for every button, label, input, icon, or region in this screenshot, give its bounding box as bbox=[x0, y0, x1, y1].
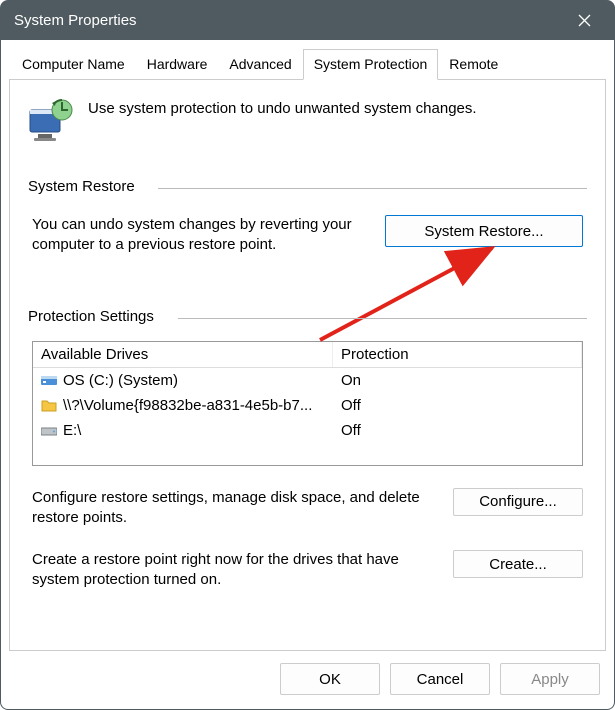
restore-description: You can undo system changes by reverting… bbox=[32, 215, 369, 256]
tab-remote[interactable]: Remote bbox=[438, 49, 509, 80]
os-drive-icon bbox=[41, 372, 57, 388]
group-label-protection: Protection Settings bbox=[28, 308, 154, 325]
drive-protection: Off bbox=[333, 418, 582, 443]
create-text: Create a restore point right now for the… bbox=[32, 550, 439, 591]
create-row: Create a restore point right now for the… bbox=[28, 550, 587, 591]
table-row[interactable]: OS (C:) (System) On bbox=[33, 368, 582, 393]
dialog-button-bar: OK Cancel Apply bbox=[9, 651, 606, 701]
tab-content: Use system protection to undo unwanted s… bbox=[9, 80, 606, 651]
apply-button[interactable]: Apply bbox=[500, 663, 600, 695]
divider bbox=[178, 318, 587, 319]
group-protection-settings: Protection Settings bbox=[28, 308, 587, 325]
cancel-button[interactable]: Cancel bbox=[390, 663, 490, 695]
tab-system-protection[interactable]: System Protection bbox=[303, 49, 439, 80]
drives-table: Available Drives Protection OS (C:) (Sys… bbox=[32, 341, 583, 466]
table-row[interactable]: \\?\Volume{f98832be-a831-4e5b-b7... Off bbox=[33, 393, 582, 418]
intro-row: Use system protection to undo unwanted s… bbox=[28, 98, 587, 142]
column-drives[interactable]: Available Drives bbox=[33, 342, 333, 367]
close-button[interactable] bbox=[561, 0, 607, 40]
tab-advanced[interactable]: Advanced bbox=[218, 49, 302, 80]
divider bbox=[158, 188, 587, 189]
folder-icon bbox=[41, 397, 57, 413]
drive-name: OS (C:) (System) bbox=[63, 372, 178, 389]
group-system-restore: System Restore bbox=[28, 178, 587, 195]
drive-name: \\?\Volume{f98832be-a831-4e5b-b7... bbox=[63, 397, 312, 414]
drive-protection: On bbox=[333, 368, 582, 393]
window-title: System Properties bbox=[14, 12, 561, 29]
table-row[interactable]: E:\ Off bbox=[33, 418, 582, 443]
configure-button[interactable]: Configure... bbox=[453, 488, 583, 516]
drive-name: E:\ bbox=[63, 422, 81, 439]
ok-button[interactable]: OK bbox=[280, 663, 380, 695]
restore-row: You can undo system changes by reverting… bbox=[28, 215, 587, 256]
drive-protection: Off bbox=[333, 393, 582, 418]
tab-computer-name[interactable]: Computer Name bbox=[11, 49, 136, 80]
create-button[interactable]: Create... bbox=[453, 550, 583, 578]
titlebar: System Properties bbox=[0, 0, 615, 40]
system-restore-button[interactable]: System Restore... bbox=[385, 215, 583, 247]
group-label-restore: System Restore bbox=[28, 178, 135, 195]
system-protection-icon bbox=[28, 98, 76, 142]
configure-row: Configure restore settings, manage disk … bbox=[28, 488, 587, 529]
dialog-body: Computer Name Hardware Advanced System P… bbox=[0, 40, 615, 710]
table-header: Available Drives Protection bbox=[33, 342, 582, 368]
column-protection[interactable]: Protection bbox=[333, 342, 582, 367]
close-icon bbox=[578, 14, 591, 27]
hdd-icon bbox=[41, 422, 57, 438]
intro-text: Use system protection to undo unwanted s… bbox=[88, 98, 477, 117]
tab-hardware[interactable]: Hardware bbox=[136, 49, 219, 80]
tab-strip: Computer Name Hardware Advanced System P… bbox=[9, 48, 606, 80]
configure-text: Configure restore settings, manage disk … bbox=[32, 488, 439, 529]
